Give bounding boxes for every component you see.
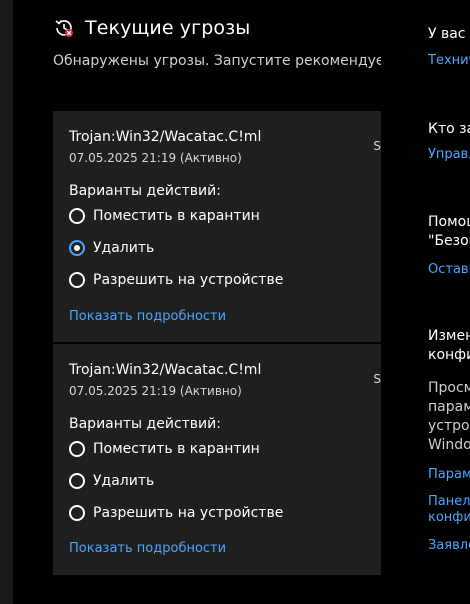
threat-date: 07.05.2025 21:19 (Активно) — [69, 151, 242, 165]
right-link-4[interactable]: Парам — [428, 467, 470, 482]
manage-link[interactable]: Управл — [428, 147, 470, 162]
right-question-1: У вас е — [428, 26, 470, 42]
option-label: Поместить в карантин — [93, 208, 260, 224]
right-text: Измен — [428, 328, 470, 344]
page-header: Текущие угрозы — [53, 17, 250, 39]
tech-support-link[interactable]: Технич — [428, 53, 470, 68]
right-link-6[interactable]: Заявле — [428, 538, 470, 553]
right-link-3[interactable]: Остави — [428, 262, 470, 277]
privacy-dashboard-link[interactable]: конфи — [428, 510, 470, 525]
actions-label: Варианты действий: — [69, 183, 221, 199]
right-link-2[interactable]: Управл — [428, 147, 470, 162]
option-allow[interactable]: Разрешить на устройстве — [69, 505, 283, 521]
threat-date: 07.05.2025 21:19 (Активно) — [69, 384, 242, 398]
right-link-5[interactable]: Панел конфи — [428, 494, 470, 525]
radio-remove[interactable] — [69, 473, 85, 489]
right-text: Просм — [428, 380, 470, 396]
option-remove[interactable]: Удалить — [69, 473, 154, 489]
right-text: конфи — [428, 347, 470, 363]
threat-card: Trojan:Win32/Wacatac.C!ml 07.05.2025 21:… — [53, 344, 381, 575]
option-label: Поместить в карантин — [93, 441, 260, 457]
radio-allow[interactable] — [69, 272, 85, 288]
show-details-link[interactable]: Показать подробности — [69, 541, 226, 556]
threat-severity: S — [373, 139, 381, 153]
right-help: Помощ "Безоп — [428, 214, 470, 249]
radio-quarantine[interactable] — [69, 441, 85, 457]
right-link-1[interactable]: Технич — [428, 53, 470, 68]
right-text: устрой — [428, 418, 470, 434]
privacy-statement-link[interactable]: Заявле — [428, 538, 470, 553]
threat-name: Trojan:Win32/Wacatac.C!ml — [69, 362, 262, 378]
show-details-link[interactable]: Показать подробности — [69, 309, 226, 324]
page-subtitle: Обнаружены угрозы. Запустите рекомендуем… — [53, 53, 381, 69]
option-allow[interactable]: Разрешить на устройстве — [69, 272, 283, 288]
settings-link[interactable]: Парам — [428, 467, 470, 482]
threat-card: Trojan:Win32/Wacatac.C!ml 07.05.2025 21:… — [53, 111, 381, 342]
history-shield-icon — [53, 17, 75, 39]
page-title: Текущие угрозы — [85, 17, 251, 39]
right-change: Измен конфи — [428, 328, 470, 363]
right-text: Помощ — [428, 214, 470, 230]
radio-remove-selected[interactable] — [69, 240, 85, 256]
threat-name: Trojan:Win32/Wacatac.C!ml — [69, 129, 262, 145]
option-label: Разрешить на устройстве — [93, 505, 284, 521]
option-quarantine[interactable]: Поместить в карантин — [69, 208, 260, 224]
radio-quarantine[interactable] — [69, 208, 85, 224]
option-quarantine[interactable]: Поместить в карантин — [69, 441, 260, 457]
privacy-dashboard-link[interactable]: Панел — [428, 494, 470, 509]
right-text: Кто за — [428, 121, 470, 137]
right-text: парам — [428, 399, 470, 415]
option-label: Удалить — [93, 473, 155, 489]
threat-severity: S — [373, 372, 381, 386]
right-text: "Безоп — [428, 233, 470, 249]
right-text: Windo — [428, 437, 470, 453]
right-view: Просм парам устрой Windo — [428, 380, 470, 453]
right-question-2: Кто за — [428, 121, 470, 137]
feedback-link[interactable]: Остави — [428, 262, 470, 277]
right-text: У вас е — [428, 26, 470, 42]
option-label: Разрешить на устройстве — [93, 272, 284, 288]
option-remove[interactable]: Удалить — [69, 240, 154, 256]
actions-label: Варианты действий: — [69, 416, 221, 432]
radio-allow[interactable] — [69, 505, 85, 521]
option-label: Удалить — [93, 240, 155, 256]
nav-strip — [0, 0, 13, 604]
